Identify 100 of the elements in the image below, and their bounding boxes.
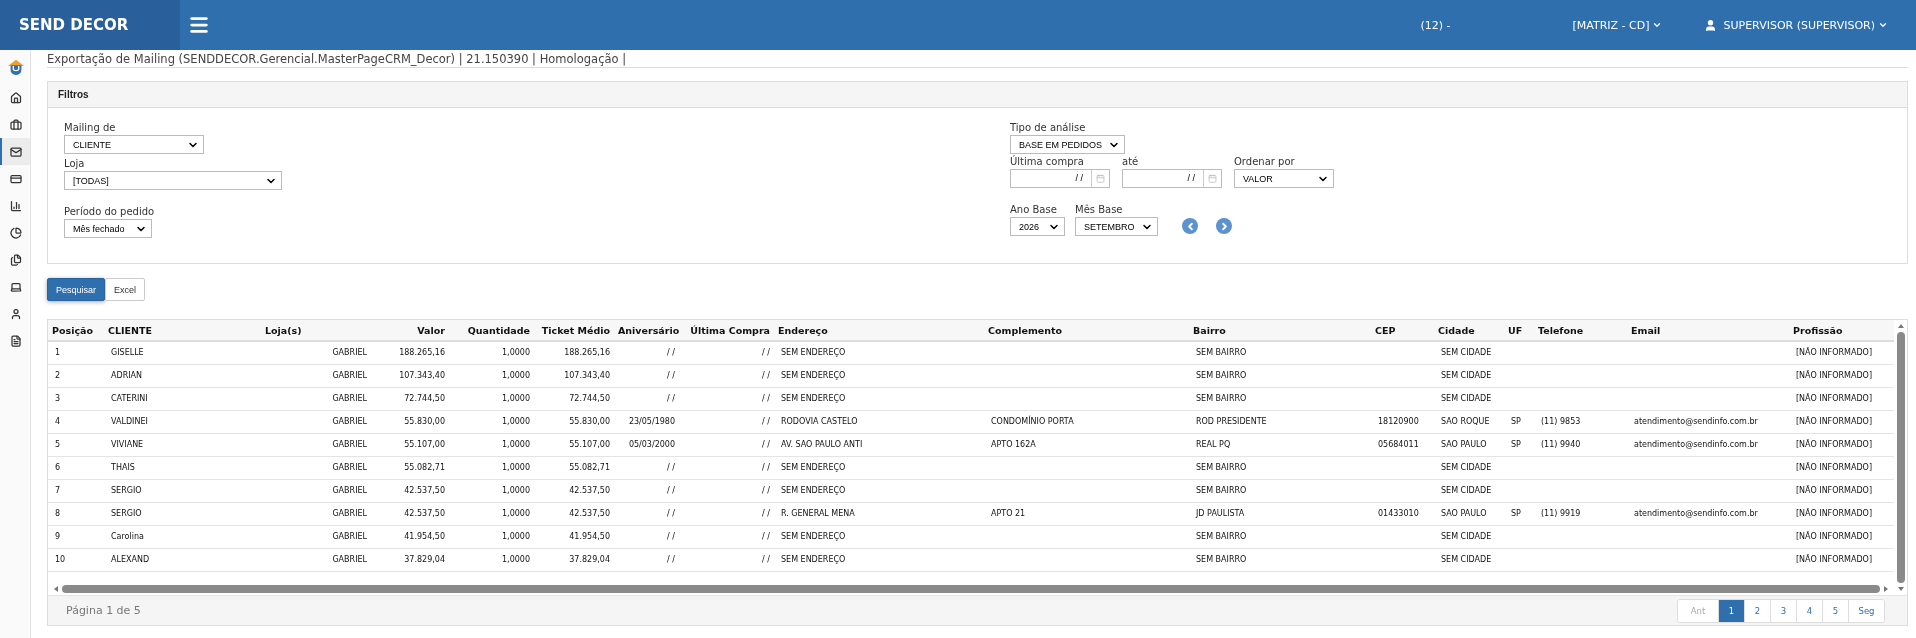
table-cell: / / [679,433,774,456]
credit-card-icon [10,172,22,185]
column-header[interactable]: Bairro [1189,320,1371,341]
table-cell: APTO 162A [984,433,1189,456]
scroll-left-arrow-icon[interactable] [52,585,60,593]
pie-chart-icon [10,226,22,239]
date-field[interactable]: / / [1010,169,1110,188]
dropdown[interactable]: 2026 [1010,217,1065,236]
table-cell: CONDOMÍNIO PORTA [984,410,1189,433]
previous-month-button[interactable] [1182,218,1198,234]
column-header[interactable]: Endereço [774,320,984,341]
branch-dropdown[interactable]: [MATRIZ - CD] [1572,18,1663,32]
dropdown[interactable]: Mês fechado [64,219,152,238]
export-button[interactable]: Excel [105,278,146,301]
table-cell: 41.954,50 [534,525,614,548]
next-month-button[interactable] [1216,218,1232,234]
table-cell: 1,0000 [449,410,534,433]
dropdown[interactable]: BASE EM PEDIDOS [1010,135,1125,154]
column-header[interactable]: Telefone [1534,320,1627,341]
table-cell: 1,0000 [449,502,534,525]
table-cell: R. GENERAL MENA [774,502,984,525]
table-cell: ADRIAN [104,364,261,387]
column-header[interactable]: Aniversário [614,320,679,341]
table-cell: SEM CIDADE [1434,341,1504,364]
envelope-icon [10,145,22,158]
column-header[interactable]: Profissão [1789,320,1894,341]
column-header[interactable]: Loja(s) [261,320,371,341]
table-cell: GABRIEL [261,525,371,548]
column-header[interactable]: Posição [48,320,104,341]
table-cell: SEM BAIRRO [1189,387,1371,410]
table-cell: SEM ENDEREÇO [774,387,984,410]
table-cell: 55.082,71 [371,456,449,479]
briefcase-icon [10,118,22,131]
column-header[interactable]: Quantidade [449,320,534,341]
table-cell: 1 [48,341,104,364]
table-cell: VIVIANE [104,433,261,456]
column-header[interactable]: Valor [371,320,449,341]
page-button[interactable]: 4 [1796,599,1822,622]
table-cell: 8 [48,502,104,525]
home-icon [10,91,22,104]
page-title: Exportação de Mailing (SENDDECOR.Gerencial.MasterPageCRM_Decor) | 21.150390 | Homologação | [47,51,627,66]
table-cell: GABRIEL [261,364,371,387]
table-cell: 1,0000 [449,525,534,548]
panel-title: Filtros [48,82,1907,108]
table-cell: 05684011 [1371,433,1434,456]
page-button[interactable]: 3 [1770,599,1796,622]
table-cell: ALEXAND [104,548,261,571]
table-cell: 42.537,50 [534,479,614,502]
table-cell: 2 [48,364,104,387]
table-cell: / / [614,479,679,502]
scroll-up-arrow-icon[interactable] [1896,322,1905,330]
field-label: Ano Base [1010,204,1058,216]
table-cell: [NÃO INFORMADO] [1789,456,1894,479]
date-field[interactable]: / / [1122,169,1222,188]
table-cell: 7 [48,479,104,502]
menu-icon[interactable] [188,14,210,36]
page-summary: Página 1 de 5 [66,604,141,617]
table-cell: 42.537,50 [371,479,449,502]
page-button[interactable]: 1 [1718,599,1744,622]
table-cell: / / [614,502,679,525]
dropdown[interactable]: SETEMBRO [1075,217,1158,236]
table-cell: / / [679,548,774,571]
column-header[interactable]: Última Compra [679,320,774,341]
column-header[interactable]: UF [1504,320,1534,341]
table-cell: [NÃO INFORMADO] [1789,364,1894,387]
table-cell: / / [679,502,774,525]
dropdown[interactable]: CLIENTE [64,135,204,154]
table-cell: 188.265,16 [534,341,614,364]
caret-icon [1878,20,1888,30]
table-cell: / / [614,387,679,410]
table-cell: / / [679,479,774,502]
field-label: Ordenar por [1234,156,1296,168]
scroll-down-arrow-icon[interactable] [1896,585,1905,593]
page-button[interactable]: 5 [1822,599,1848,622]
column-header[interactable]: Email [1627,320,1789,341]
page-button[interactable]: 2 [1744,599,1770,622]
table-cell: [NÃO INFORMADO] [1789,341,1894,364]
sidebar-item[interactable] [0,138,30,165]
dropdown[interactable]: VALOR [1234,169,1334,188]
next-page-button[interactable]: Seg [1848,599,1884,622]
calendar-icon [1096,174,1105,183]
dropdown[interactable]: [TODAS] [64,171,282,190]
user-menu[interactable]: SUPERVISOR (SUPERVISOR) [1723,18,1888,32]
table-cell: / / [614,456,679,479]
column-header[interactable]: Ticket Médio [534,320,614,341]
table-cell: [NÃO INFORMADO] [1789,525,1894,548]
scroll-right-arrow-icon[interactable] [1882,585,1890,593]
field-label: Mailing de [64,122,117,134]
table-cell: 1,0000 [449,364,534,387]
column-header[interactable]: CLIENTE [104,320,261,341]
column-header[interactable]: Cidade [1434,320,1504,341]
table-cell: 188.265,16 [371,341,449,364]
table-cell: SEM ENDEREÇO [774,525,984,548]
column-header[interactable]: Complemento [984,320,1189,341]
document-icon [10,334,22,347]
table-cell: 55.107,00 [371,433,449,456]
table-cell: SEM CIDADE [1434,387,1504,410]
search-button[interactable]: Pesquisar [47,278,106,301]
table-cell: atendimento@sendinfo.com.br [1627,502,1789,525]
column-header[interactable]: CEP [1371,320,1434,341]
